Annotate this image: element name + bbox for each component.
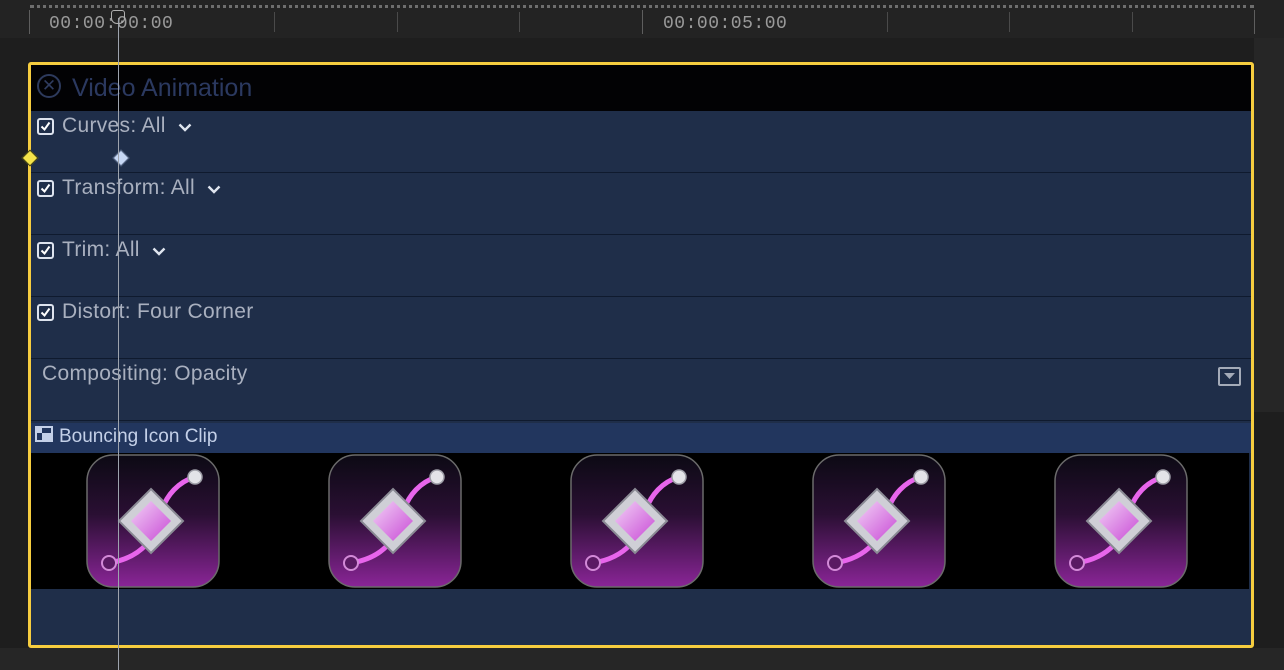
video-animation-header: ✕ Video Animation [31, 65, 1251, 111]
checkbox-checked-icon[interactable] [37, 303, 54, 321]
lane-label-row: Distort: Four Corner [37, 300, 254, 324]
motion-curve-app-icon [1054, 454, 1188, 588]
ruler-tick [274, 12, 275, 32]
chevron-down-icon[interactable] [178, 114, 192, 138]
lane-label-row: Curves: All [37, 114, 192, 138]
motion-curve-app-icon [812, 454, 946, 588]
lane-label: Distort: Four Corner [62, 300, 254, 323]
chevron-down-icon[interactable] [207, 176, 221, 200]
lane-label: Compositing: Opacity [42, 362, 248, 385]
playhead-handle[interactable] [111, 10, 125, 24]
motion-curve-app-icon [570, 454, 704, 588]
lane-label: Curves: All [62, 114, 166, 137]
timeline-background [0, 648, 1284, 670]
clip-audio-area [31, 589, 1251, 645]
ruler-tick [29, 10, 30, 34]
ruler-tick [397, 12, 398, 32]
animation-lane-transform[interactable]: Transform: All [31, 173, 1251, 235]
clip-name: Bouncing Icon Clip [59, 426, 218, 447]
ruler-tick [642, 10, 643, 34]
ruler-tick [887, 12, 888, 32]
ruler-tick [1132, 12, 1133, 32]
disclosure-menu-icon[interactable] [1218, 367, 1241, 386]
timeline-area: 00:00:00:00 00:00:05:00 ✕ Video Animatio… [0, 0, 1284, 670]
timeline-ruler[interactable]: 00:00:00:00 00:00:05:00 [0, 0, 1284, 38]
chevron-down-icon[interactable] [152, 238, 166, 262]
motion-curve-app-icon [328, 454, 462, 588]
checkbox-checked-icon[interactable] [37, 241, 54, 259]
selected-clip[interactable]: ✕ Video Animation Curves: All Transform:… [28, 62, 1254, 648]
checkbox-checked-icon[interactable] [37, 117, 54, 135]
clip-name-bar[interactable]: Bouncing Icon Clip [31, 423, 1251, 453]
timecode-5s: 00:00:05:00 [663, 14, 788, 34]
motion-curve-app-icon [86, 454, 220, 588]
lane-label: Trim: All [62, 238, 140, 261]
ruler-tick [1254, 10, 1255, 34]
ruler-tick [519, 12, 520, 32]
timeline-background [1254, 38, 1284, 412]
clip-filmstrip[interactable] [31, 453, 1249, 589]
lane-label-row: Trim: All [37, 238, 166, 262]
animation-lane-trim[interactable]: Trim: All [31, 235, 1251, 297]
animation-lane-distort[interactable]: Distort: Four Corner [31, 297, 1251, 359]
ruler-dotted-line [30, 5, 1254, 8]
lane-label-row: Compositing: Opacity [42, 362, 248, 386]
lane-label: Transform: All [62, 176, 195, 199]
animation-lane-compositing[interactable]: Compositing: Opacity [31, 359, 1251, 421]
playhead-line[interactable] [118, 18, 119, 670]
ruler-tick [1009, 12, 1010, 32]
animation-lane-curves[interactable]: Curves: All [31, 111, 1251, 173]
close-icon[interactable]: ✕ [37, 74, 61, 98]
lane-label-row: Transform: All [37, 176, 221, 200]
video-animation-title: Video Animation [72, 74, 253, 102]
clip-name-row: Bouncing Icon Clip [35, 426, 217, 448]
checkbox-checked-icon[interactable] [37, 179, 54, 197]
clip-type-icon [35, 426, 53, 448]
